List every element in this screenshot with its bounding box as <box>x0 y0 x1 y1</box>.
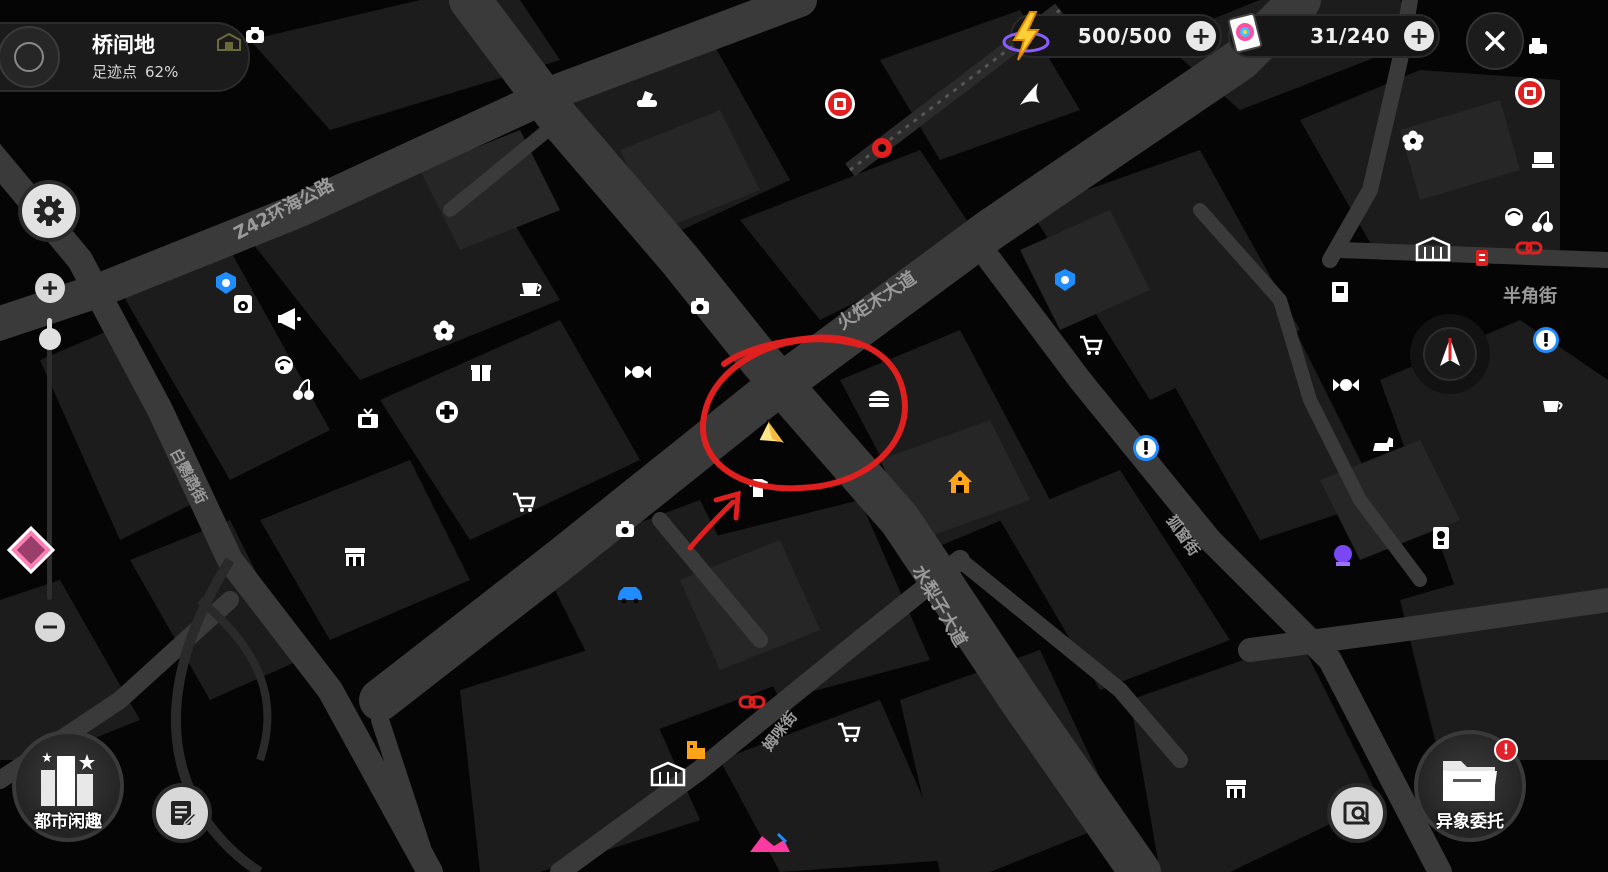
film-card-icon <box>1224 12 1268 60</box>
film-value: 31/240 <box>1310 24 1390 48</box>
battery-value: 500/500 <box>1077 24 1172 48</box>
battery-resource-bar: 500/500 + <box>1002 11 1222 61</box>
progress-value: 62% <box>145 63 179 81</box>
flower-icon <box>16 535 46 565</box>
ramen-bowl-icon[interactable] <box>1505 208 1523 226</box>
anomaly-commission-label: 异象委托 <box>1436 812 1504 832</box>
folder-icon <box>1443 761 1497 801</box>
compass-icon <box>14 42 44 72</box>
plus-icon <box>43 281 57 295</box>
location-title: 桥间地 <box>92 33 155 57</box>
close-icon <box>1485 31 1505 51</box>
map-search-button[interactable] <box>1331 787 1383 839</box>
street-label-banjiao: 半角街 <box>1503 285 1557 307</box>
close-button[interactable] <box>1466 12 1524 70</box>
ticket-icon[interactable] <box>1476 250 1488 266</box>
city-buildings-icon <box>41 752 95 806</box>
notification-badge: ! <box>1494 738 1518 762</box>
zoom-slider-track[interactable] <box>47 318 52 600</box>
district-gate-icon <box>216 32 242 57</box>
storefront-icon[interactable] <box>345 548 365 566</box>
location-card[interactable]: 桥间地 足迹点 62% <box>0 22 250 92</box>
washing-machine-icon[interactable] <box>234 295 252 313</box>
alert-marker-icon[interactable] <box>1533 327 1559 353</box>
medical-plus-icon[interactable] <box>436 401 458 423</box>
zoom-out-button[interactable] <box>35 612 65 642</box>
city-fun-button[interactable]: 都市闲趣 <box>12 730 124 842</box>
minus-icon <box>43 625 57 629</box>
zoom-in-button[interactable] <box>35 273 65 303</box>
storefront-icon[interactable] <box>1226 780 1246 798</box>
map-settings-button[interactable] <box>22 184 76 238</box>
gear-icon <box>34 196 64 226</box>
notepad-pencil-icon <box>171 801 197 827</box>
phone-booth-icon[interactable] <box>1433 527 1449 549</box>
city-map[interactable]: Z42环海公路 火炬木大道 白鹦鹉街 水梨子大道 姆咪街 狐窗街 半角街 <box>0 0 1608 872</box>
fortune-orb-icon[interactable] <box>1334 545 1352 566</box>
film-resource-bar: 31/240 + <box>1227 12 1440 58</box>
red-kiosk-icon[interactable] <box>825 89 855 119</box>
magnifier-map-icon <box>1343 801 1370 825</box>
tower-landmark-icon[interactable] <box>1410 314 1490 394</box>
city-fun-label: 都市闲趣 <box>34 812 102 832</box>
notes-button[interactable] <box>156 787 208 839</box>
zoom-slider-handle[interactable] <box>39 328 61 350</box>
compass-button[interactable] <box>0 26 60 88</box>
gift-box-icon[interactable] <box>471 365 491 381</box>
ramen-bowl-icon[interactable] <box>275 356 293 374</box>
alert-marker-icon[interactable] <box>1133 435 1159 461</box>
add-battery-button[interactable]: + <box>1186 21 1216 51</box>
progress-label: 足迹点 <box>92 63 138 81</box>
book-icon[interactable] <box>1332 282 1348 302</box>
lightning-icon <box>1000 10 1052 66</box>
computer-icon[interactable] <box>1532 152 1554 168</box>
anomaly-commission-button[interactable]: 异象委托 ! <box>1414 730 1526 842</box>
red-kiosk-icon[interactable] <box>1515 78 1545 108</box>
location-pin-icon[interactable] <box>872 138 892 158</box>
location-progress: 足迹点 62% <box>92 61 186 82</box>
screenshot-camera-icon[interactable] <box>244 25 266 49</box>
add-film-button[interactable]: + <box>1404 21 1434 51</box>
